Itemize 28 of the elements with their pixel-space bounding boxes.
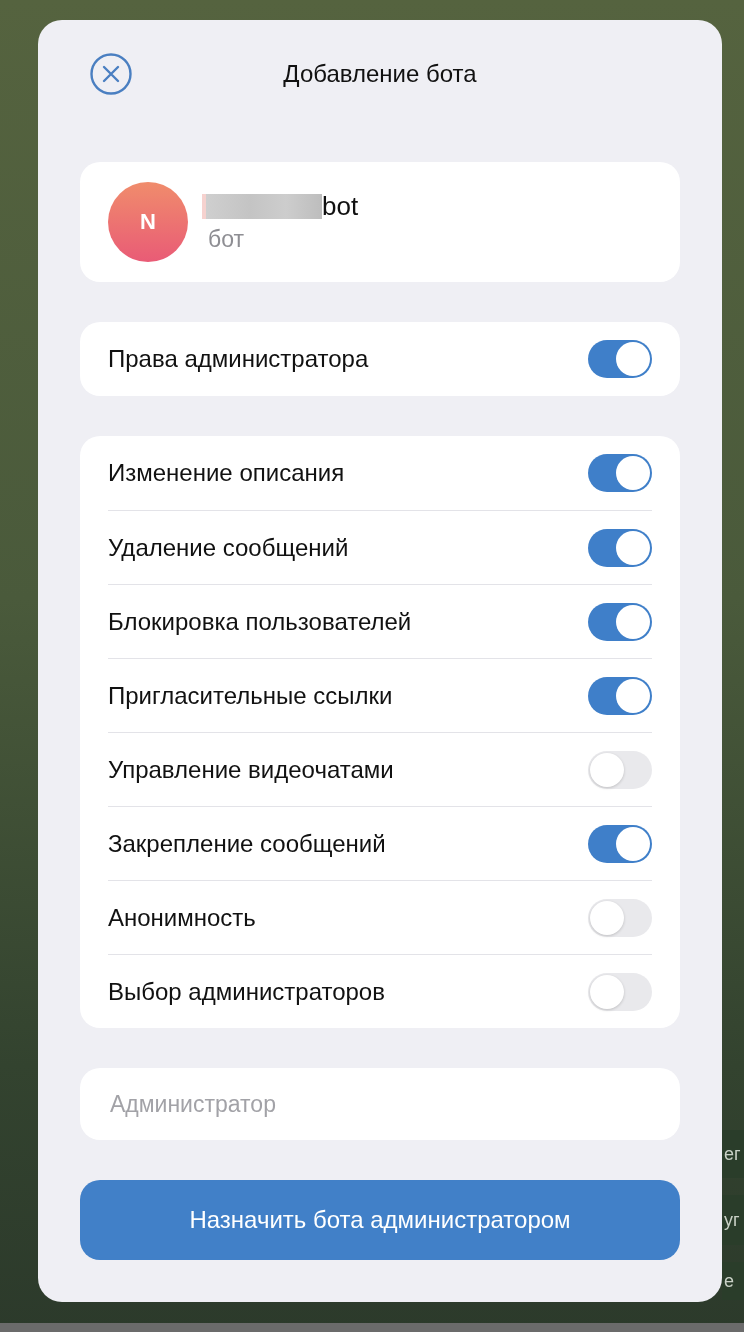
permission-label: Выбор администраторов	[108, 977, 385, 1006]
toggle-switch[interactable]	[588, 602, 652, 641]
toggle-switch[interactable]	[588, 972, 652, 1011]
message-text: уг	[723, 1209, 740, 1231]
toggle-switch[interactable]	[588, 528, 652, 567]
assign-admin-button[interactable]: Назначить бота администратором	[80, 1180, 680, 1260]
permission-label: Анонимность	[108, 903, 256, 932]
permission-label: Удаление сообщений	[108, 533, 349, 562]
toggle-switch[interactable]	[588, 676, 652, 715]
permission-label: Пригласительные ссылки	[108, 681, 393, 710]
bot-subtitle: бот	[208, 226, 245, 253]
admin-rights-label: Права администратора	[108, 345, 369, 373]
permission-label: Управление видеочатами	[108, 755, 394, 784]
close-icon[interactable]	[90, 53, 132, 95]
toggle-switch[interactable]	[588, 898, 652, 937]
permission-label: Изменение описания	[108, 459, 345, 487]
admin-title-field[interactable]: Администратор	[80, 1068, 680, 1140]
bot-name: bot	[322, 191, 359, 222]
toggle-switch[interactable]	[588, 750, 652, 789]
message-text: е	[723, 1270, 734, 1292]
toggle-switch[interactable]	[588, 824, 652, 863]
toggle-switch[interactable]	[588, 340, 652, 378]
permission-label: Закрепление сообщений	[108, 829, 386, 858]
message-text: ег	[723, 1143, 741, 1165]
toggle-switch[interactable]	[588, 454, 652, 492]
permission-label: Блокировка пользователей	[108, 607, 412, 636]
avatar-initial: N	[140, 209, 156, 235]
dialog-title: Добавление бота	[283, 60, 477, 88]
